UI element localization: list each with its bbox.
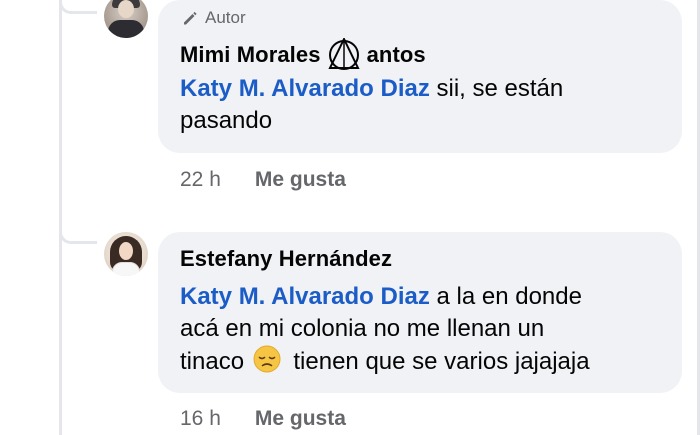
- triangle-circle-symbol-icon: [327, 38, 360, 70]
- comment-text: Katy M. Alvarado Diaz sii, se están pasa…: [180, 73, 670, 137]
- comment-text-part: tinaco: [180, 348, 245, 375]
- author-badge: Autor: [181, 8, 246, 28]
- commenter-name[interactable]: Mimi Morales antos: [180, 38, 426, 72]
- like-button[interactable]: Me gusta: [255, 168, 346, 192]
- avatar[interactable]: [104, 0, 148, 38]
- disappointed-face-icon: [253, 345, 281, 373]
- thread-connector: [59, 218, 97, 244]
- commenter-name[interactable]: Estefany Hernández: [180, 246, 392, 272]
- comment-text-part: tienen que se varios jajajaja: [293, 348, 590, 375]
- mention-link[interactable]: Katy M. Alvarado Diaz: [180, 283, 430, 310]
- comment-text: Katy M. Alvarado Diaz a la en donde acá …: [180, 281, 670, 378]
- comment-meta: 22 h Me gusta: [180, 168, 346, 192]
- comment-meta: 16 h Me gusta: [180, 407, 346, 431]
- commenter-name-suffix: antos: [366, 42, 426, 67]
- timestamp[interactable]: 22 h: [180, 168, 221, 192]
- avatar[interactable]: [104, 232, 148, 276]
- pencil-icon: [184, 11, 197, 25]
- comment-text-part: pasando: [180, 107, 273, 134]
- comment-text-part: a la en donde: [429, 283, 582, 310]
- comment-text-part: sii, se están: [429, 75, 564, 102]
- commenter-name-prefix: Mimi Morales: [180, 42, 321, 67]
- timestamp[interactable]: 16 h: [180, 407, 221, 431]
- mention-link[interactable]: Katy M. Alvarado Diaz: [180, 75, 430, 102]
- author-badge-label: Autor: [205, 8, 246, 27]
- like-button[interactable]: Me gusta: [255, 407, 346, 431]
- comment-text-part: acá en mi colonia no me llenan un: [180, 315, 545, 342]
- thread-connector: [59, 0, 97, 14]
